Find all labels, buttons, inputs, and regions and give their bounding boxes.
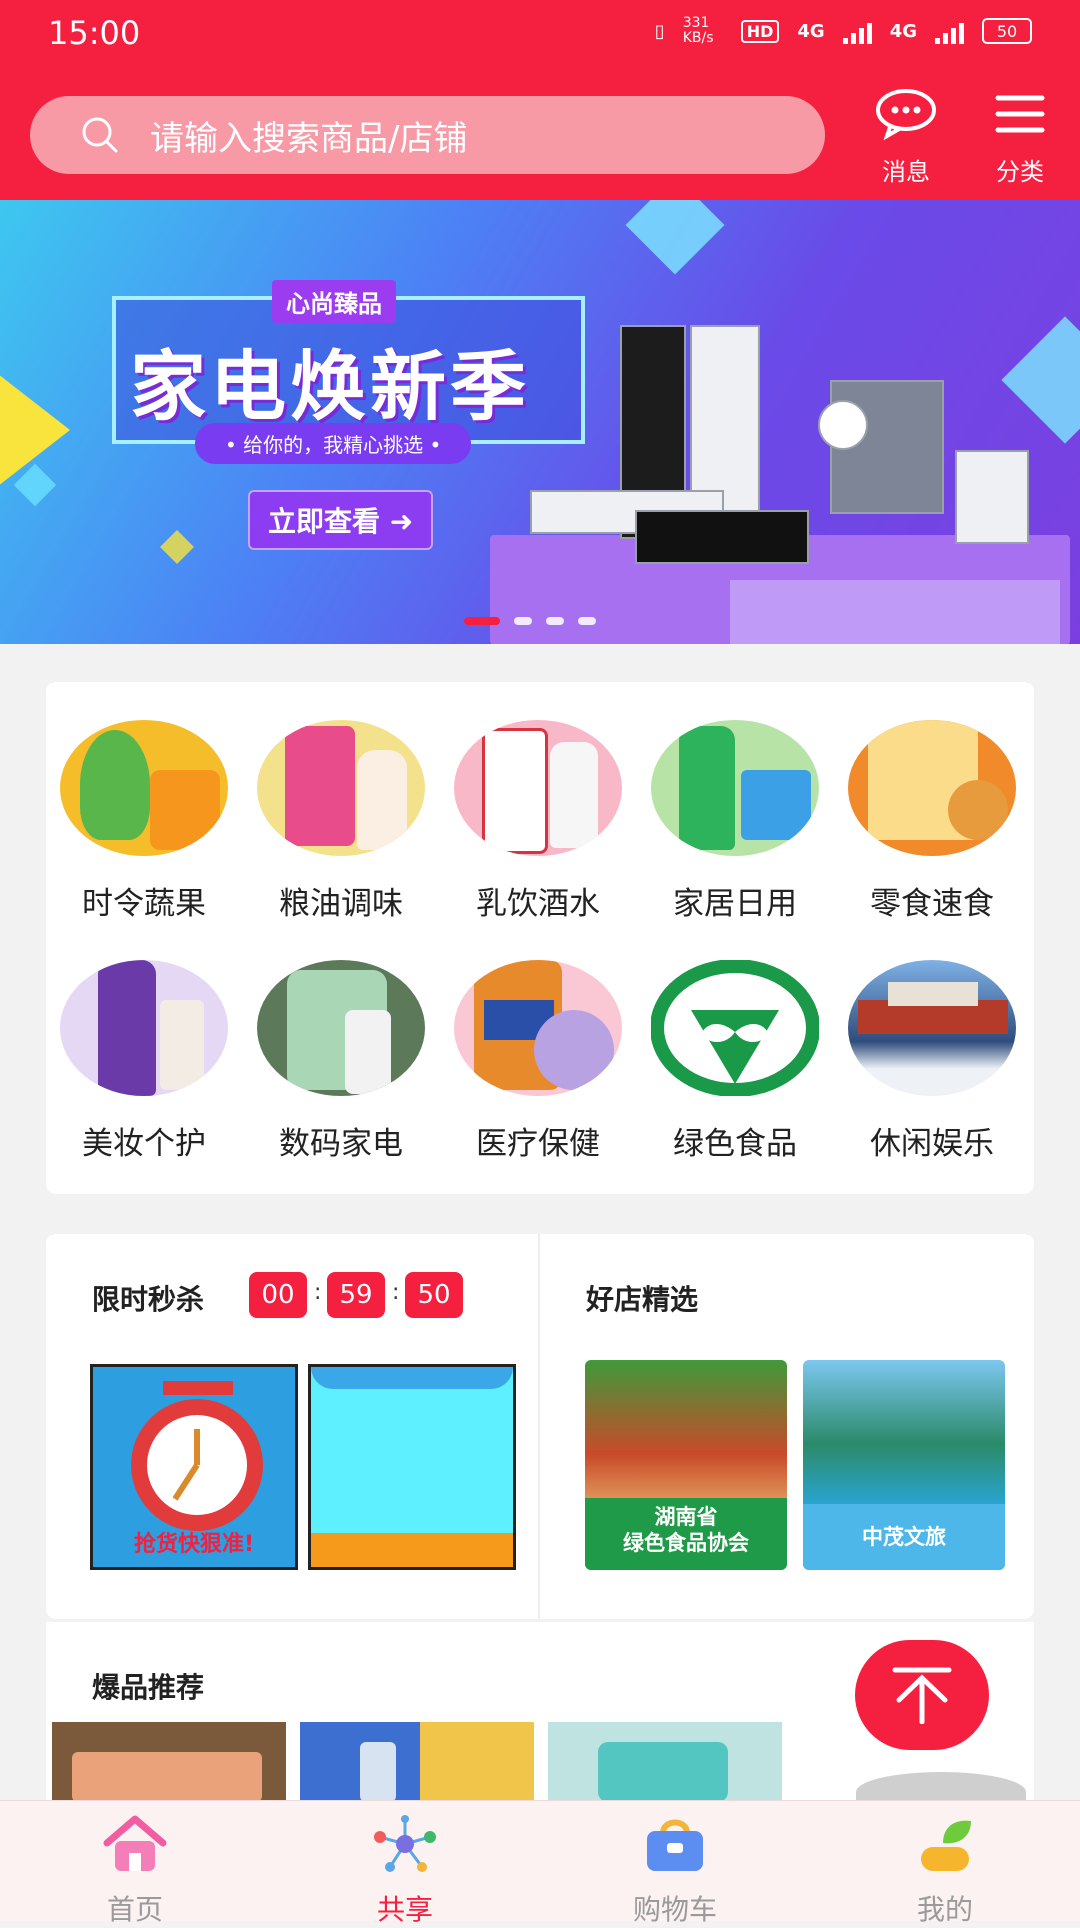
digital-icon: [257, 960, 425, 1096]
category-item[interactable]: 医疗保健: [440, 960, 636, 1163]
promo-banner[interactable]: 心尚臻品 家电焕新季 • 给你的，我精心挑选 • 立即查看 ➜: [0, 200, 1080, 644]
snack-icon: [848, 720, 1016, 856]
countdown-separator: :: [392, 1280, 400, 1305]
category-label: 分类: [996, 158, 1044, 186]
nav-profile[interactable]: 我的: [875, 1815, 1015, 1928]
battery-icon: 50: [982, 18, 1032, 44]
grain-oil-icon: [257, 720, 425, 856]
banner-title: 家电焕新季: [130, 342, 530, 431]
search-bar[interactable]: 请输入搜索商品/店铺: [30, 96, 825, 174]
flash-sale-title[interactable]: 限时秒杀: [92, 1278, 204, 1318]
countdown-separator: :: [314, 1280, 322, 1305]
category-item[interactable]: 零食速食: [834, 720, 1030, 923]
banner-dot[interactable]: [546, 617, 564, 625]
nav-share[interactable]: 共享: [335, 1815, 475, 1928]
countdown-hours: 00: [249, 1272, 307, 1318]
status-bar: 15:00 ▯ 331 KB/s HD 4G 4G 50: [0, 0, 1080, 70]
signal-icon: [842, 18, 872, 44]
category-item[interactable]: 绿色食品: [637, 960, 833, 1163]
product-card[interactable]: [52, 1722, 286, 1802]
banner-dot[interactable]: [514, 617, 532, 625]
profile-icon: [921, 1820, 971, 1871]
cosmetics-icon: [60, 960, 228, 1096]
flash-sale-item[interactable]: 抢货快狠准!: [90, 1364, 298, 1570]
washer-image: [955, 450, 1029, 544]
leisure-icon: [848, 960, 1016, 1096]
home-icon: [103, 1815, 167, 1871]
menu-icon: [995, 95, 1045, 133]
category-item[interactable]: 粮油调味: [243, 720, 439, 923]
healthcare-icon: [454, 960, 622, 1096]
fruit-veg-icon: [60, 720, 228, 856]
vibrate-icon: ▯: [654, 20, 665, 42]
nav-home[interactable]: 首页: [65, 1815, 205, 1928]
category-item[interactable]: 乳饮酒水: [440, 720, 636, 923]
divider: [538, 1234, 540, 1619]
banner-decoration: [625, 200, 725, 275]
stopwatch-icon: [131, 1381, 263, 1531]
flash-sale-item[interactable]: [308, 1364, 516, 1570]
status-icons: ▯ 331 KB/s HD 4G 4G 50: [655, 16, 1032, 46]
chat-bubble-icon: [876, 89, 936, 141]
category-item[interactable]: 家居日用: [637, 720, 833, 923]
category-item[interactable]: 美妆个护: [46, 960, 242, 1163]
drinks-icon: [454, 720, 622, 856]
banner-subtitle: • 给你的，我精心挑选 •: [195, 423, 472, 464]
category-grid: 时令蔬果 粮油调味 乳饮酒水 家居日用 零食速食 美妆个护 数码家电 医疗保健 …: [46, 682, 1034, 1194]
messages-label: 消息: [882, 158, 930, 186]
product-card[interactable]: [548, 1722, 782, 1802]
net-speed: 331 KB/s: [682, 15, 714, 46]
countdown-minutes: 59: [327, 1272, 385, 1318]
bottom-nav: 首页 共享 购物车 我的: [0, 1800, 1080, 1926]
banner-decoration: [1001, 316, 1080, 444]
category-button[interactable]: 分类: [975, 88, 1065, 187]
green-food-icon: [651, 960, 819, 1096]
category-item[interactable]: 休闲娱乐: [834, 960, 1030, 1163]
fan-image: [818, 400, 868, 450]
shop-label: 湖南省 绿色食品协会: [585, 1498, 787, 1570]
search-icon: [82, 117, 118, 153]
product-card[interactable]: [300, 1722, 534, 1802]
arrow-up-icon: [892, 1667, 952, 1724]
good-shops-title[interactable]: 好店精选: [586, 1278, 698, 1318]
household-icon: [651, 720, 819, 856]
air-conditioner-image: [635, 510, 809, 564]
category-item[interactable]: 时令蔬果: [46, 720, 242, 923]
banner-podium: [730, 580, 1060, 644]
banner-decoration: [160, 530, 194, 564]
flash-item-caption: 抢货快狠准!: [133, 1532, 255, 1557]
promo-panel: 限时秒杀 00 : 59 : 50 抢货快狠准! 好店精选 湖南省 绿色食品协会…: [46, 1234, 1034, 1619]
banner-cta-button[interactable]: 立即查看 ➜: [248, 490, 434, 550]
banner-pagination: [464, 617, 596, 625]
signal-icon-2: [935, 18, 964, 44]
shop-label: 中茂文旅: [803, 1504, 1005, 1570]
status-time: 15:00: [48, 14, 141, 52]
hot-title: 爆品推荐: [92, 1671, 205, 1704]
header: 15:00 ▯ 331 KB/s HD 4G 4G 50 请输入搜索商品/店铺 …: [0, 0, 1080, 200]
share-icon: [374, 1815, 436, 1872]
cart-icon: [647, 1819, 703, 1871]
back-to-top-button[interactable]: [855, 1640, 989, 1750]
banner-dot[interactable]: [464, 617, 500, 625]
messages-button[interactable]: 消息: [861, 88, 951, 187]
countdown-seconds: 50: [405, 1272, 463, 1318]
category-item[interactable]: 数码家电: [243, 960, 439, 1163]
banner-dot[interactable]: [578, 617, 596, 625]
network-label-2: 4G: [889, 20, 917, 42]
shop-card-zhongmao[interactable]: 中茂文旅: [803, 1360, 1005, 1570]
shop-card-hunan[interactable]: 湖南省 绿色食品协会: [585, 1360, 787, 1570]
banner-tag: 心尚臻品: [272, 280, 396, 323]
network-label-1: 4G: [797, 20, 825, 42]
hd-icon: HD: [740, 19, 780, 43]
search-placeholder: 请输入搜索商品/店铺: [150, 118, 468, 159]
nav-cart[interactable]: 购物车: [605, 1815, 745, 1928]
